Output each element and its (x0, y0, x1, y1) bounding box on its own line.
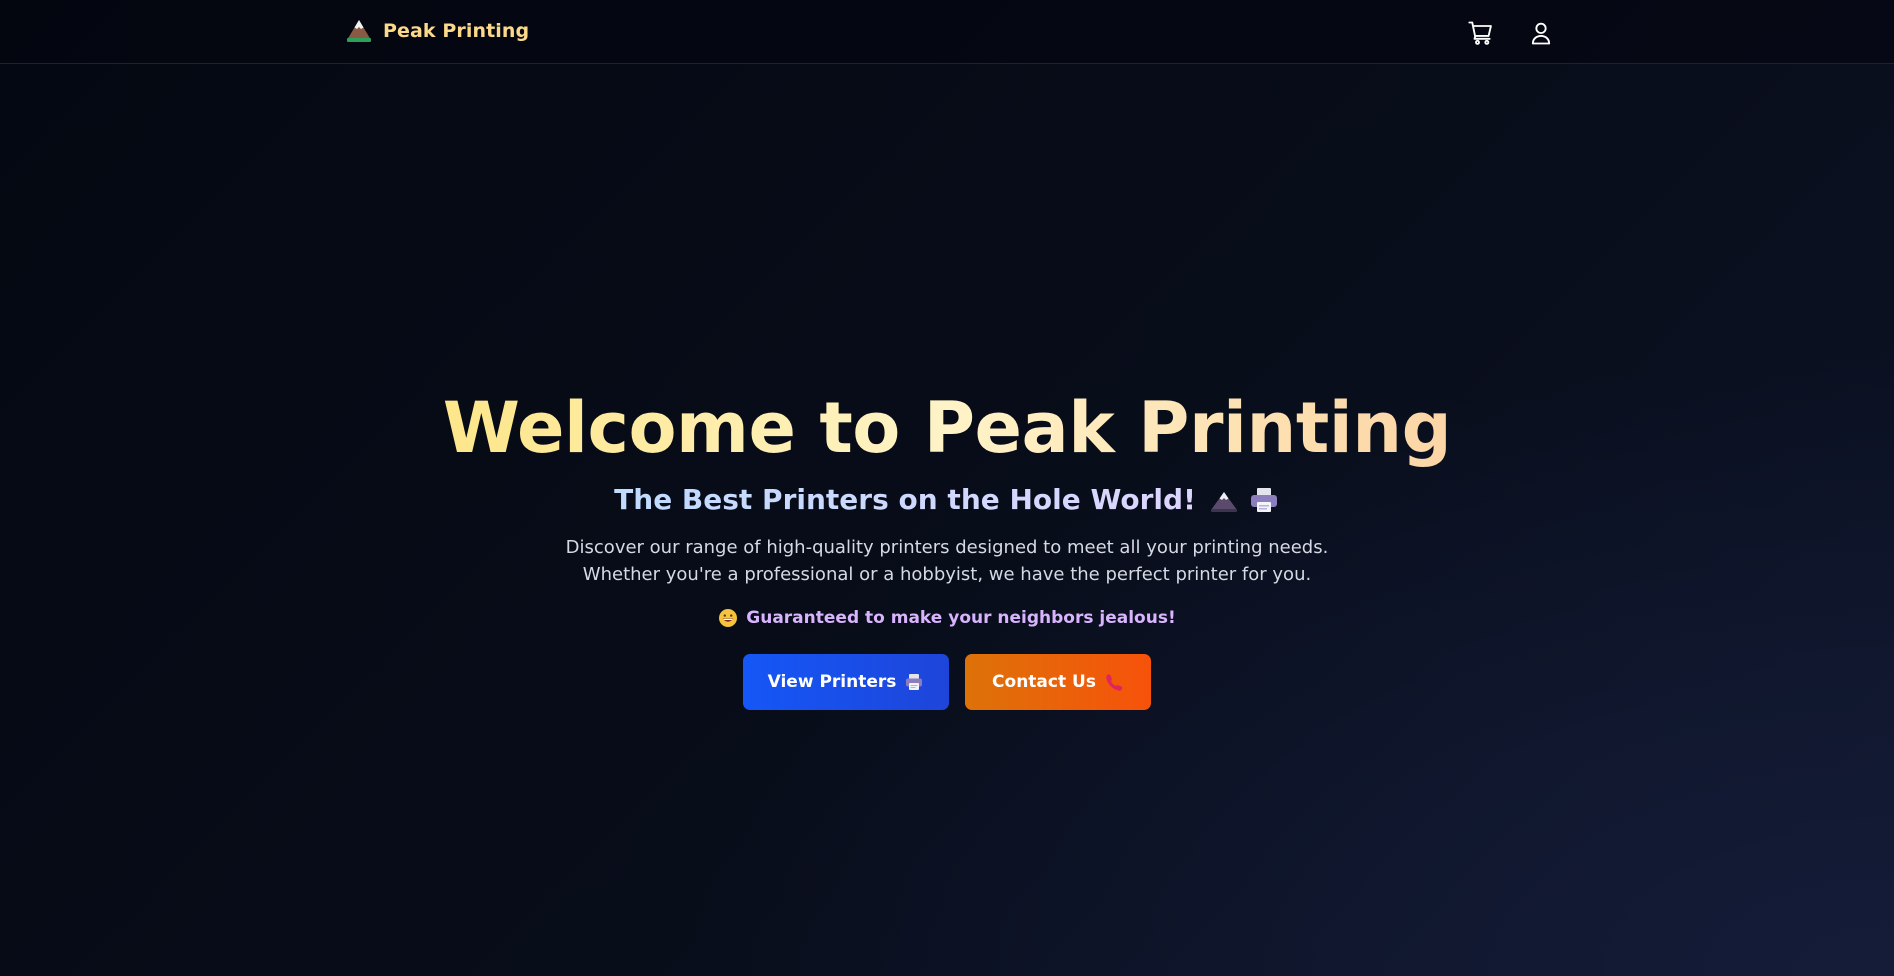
printer-icon (906, 674, 923, 690)
nav-actions (1466, 18, 1556, 48)
account-button[interactable] (1526, 18, 1556, 48)
hero-subtitle: The Best Printers on the Hole World! (0, 480, 1894, 520)
hero-tagline: Guaranteed to make your neighbors jealou… (0, 608, 1894, 628)
brand-name: Peak Printing (383, 20, 530, 42)
contact-us-label: Contact Us (992, 672, 1096, 692)
printer-icon (1250, 488, 1277, 512)
hero-title: Welcome to Peak Printing (443, 380, 1452, 476)
hero-tagline-text: Guaranteed to make your neighbors jealou… (746, 608, 1176, 628)
contact-us-button[interactable]: Contact Us (965, 654, 1151, 710)
cart-icon (1468, 21, 1492, 45)
mountain-icon (1210, 492, 1237, 512)
hero-description: Discover our range of high-quality print… (537, 534, 1357, 588)
grinning-face-icon (719, 609, 738, 627)
view-printers-button[interactable]: View Printers (743, 654, 949, 710)
hero-subtitle-text: The Best Printers on the Hole World! (614, 480, 1196, 520)
hero-subtitle-icons (1208, 485, 1280, 515)
view-printers-label: View Printers (767, 672, 897, 692)
user-icon (1531, 22, 1551, 45)
hero-description-line-1: Discover our range of high-quality print… (565, 537, 1329, 558)
mountain-icon (347, 20, 371, 42)
top-navbar: Peak Printing (0, 0, 1894, 64)
hero-description-line-2: Whether you're a professional or a hobby… (582, 564, 1312, 585)
phone-icon (1106, 674, 1123, 691)
cta-buttons: View Printers Contact Us (0, 654, 1894, 710)
cart-button[interactable] (1466, 18, 1496, 48)
brand-link[interactable]: Peak Printing (345, 18, 529, 44)
hero-section: Welcome to Peak Printing The Best Printe… (0, 380, 1894, 710)
